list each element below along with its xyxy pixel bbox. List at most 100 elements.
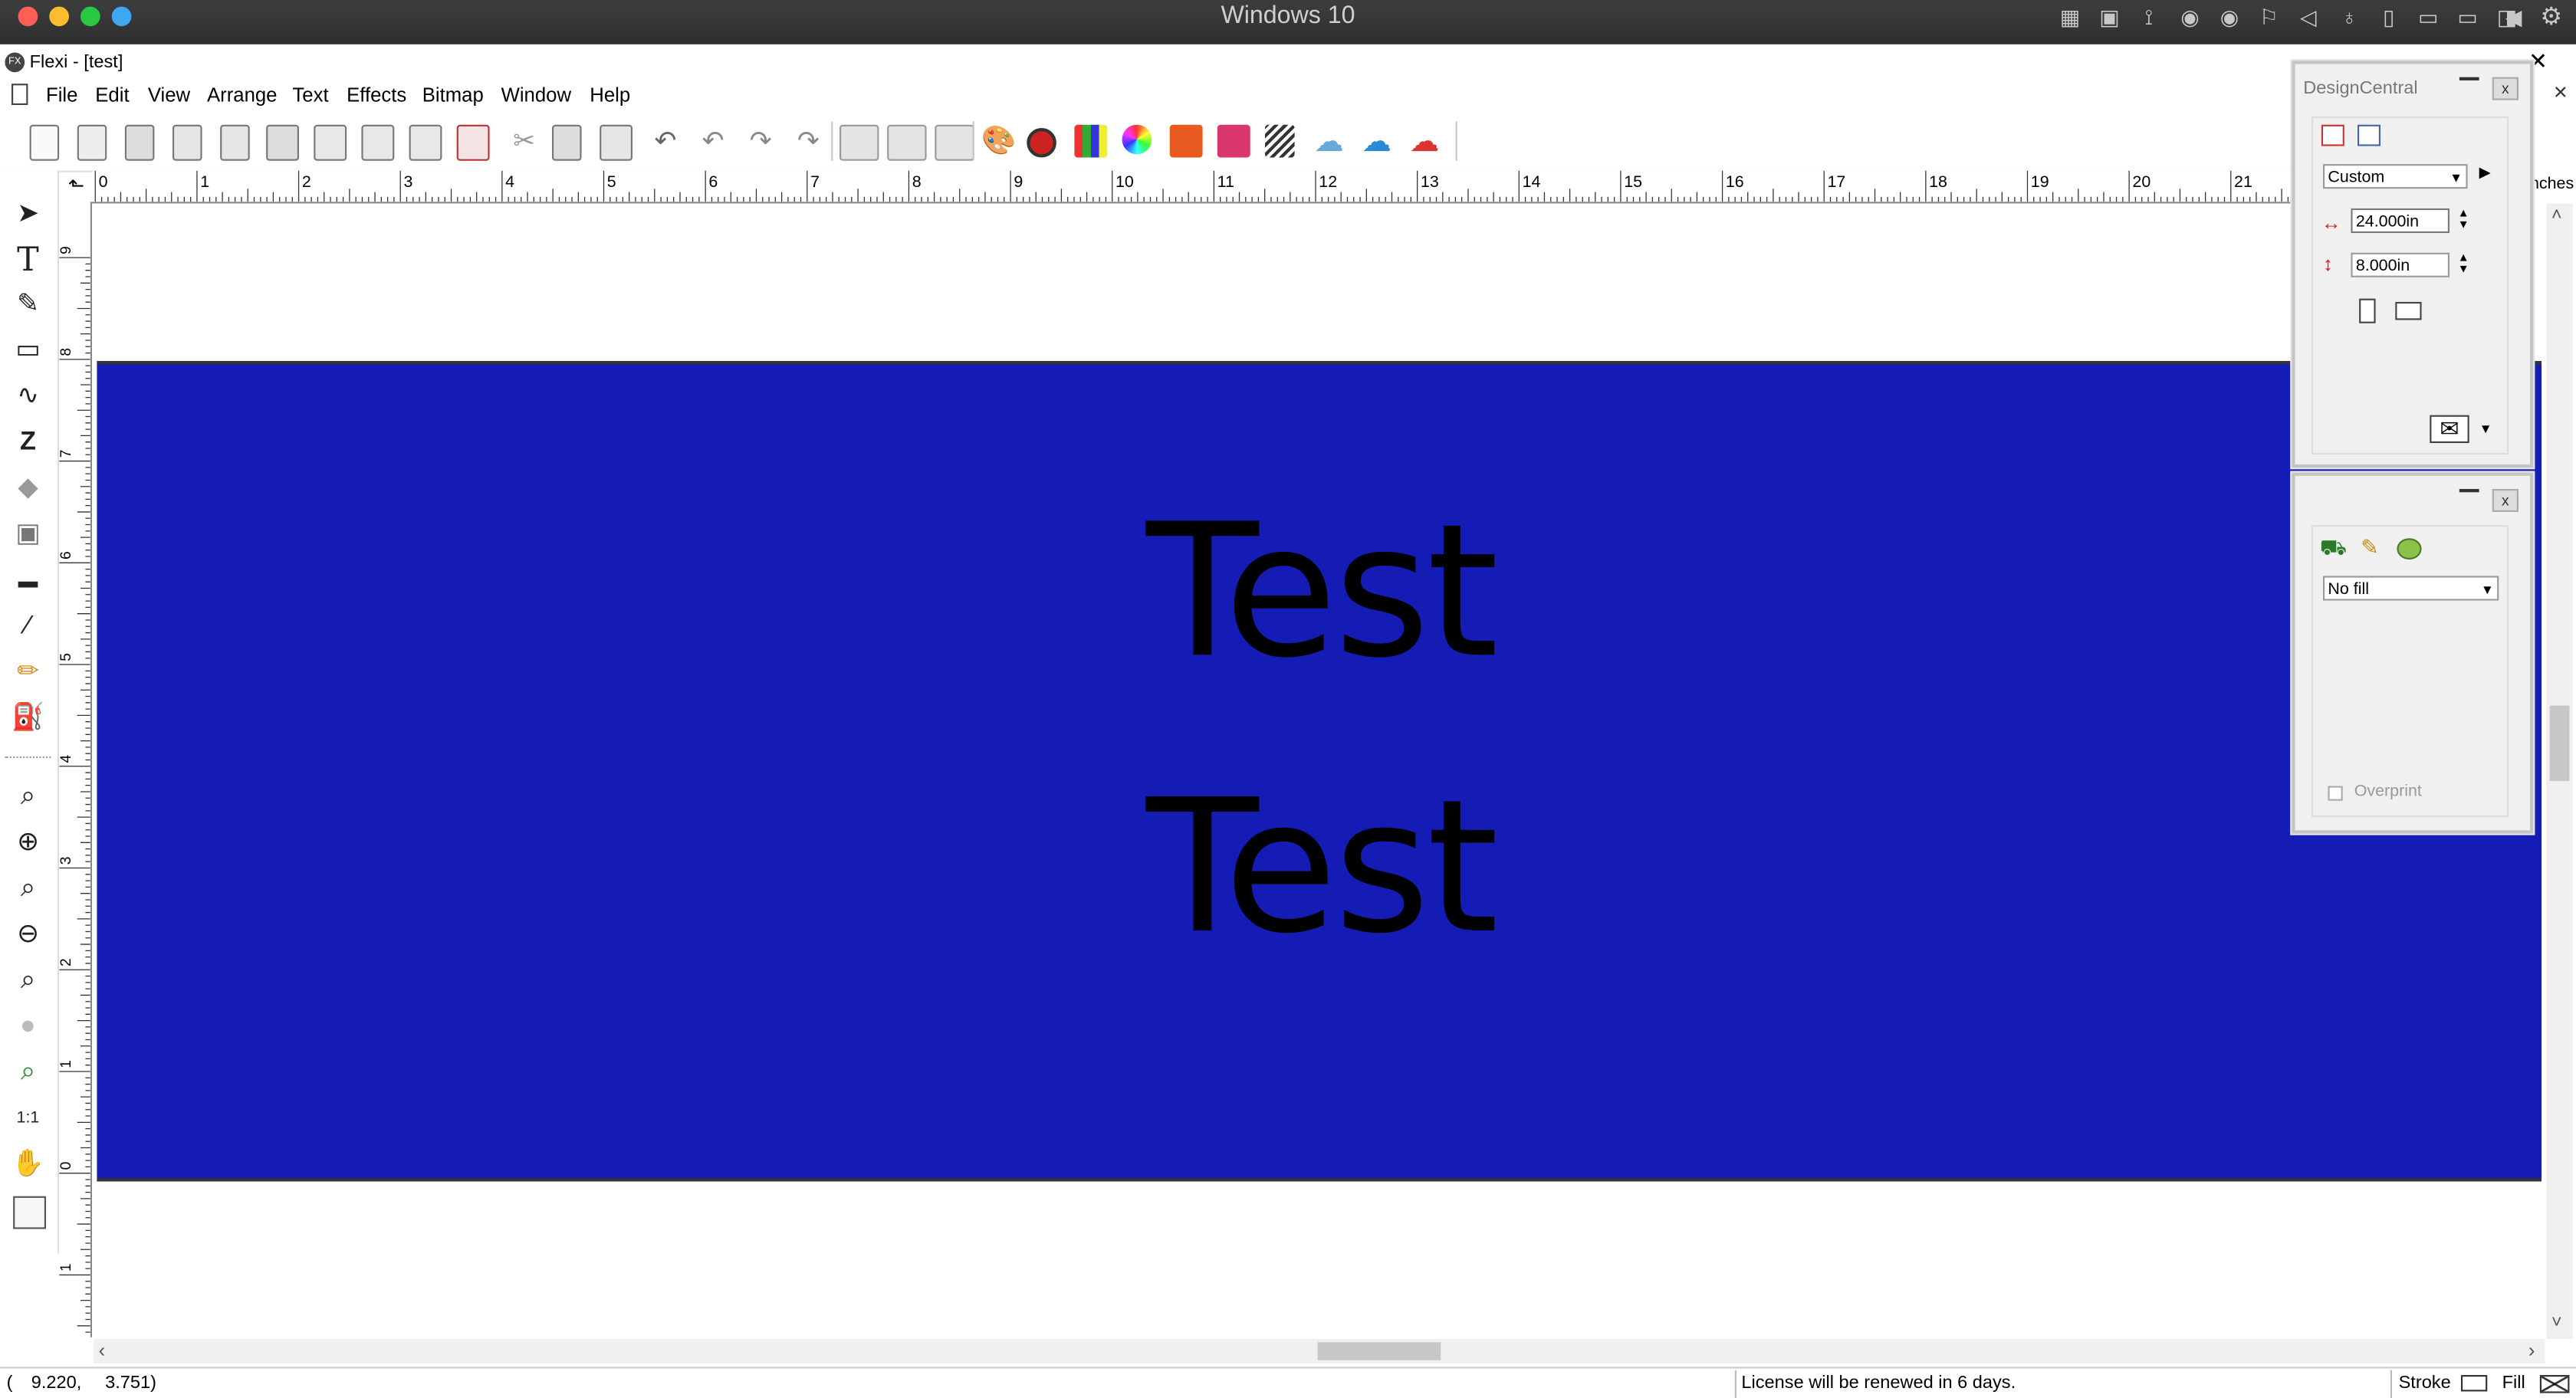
menu-edit[interactable]: Edit (95, 82, 129, 108)
microphone-icon[interactable]: ♁ (2336, 5, 2362, 29)
panel-minimize-icon[interactable] (2459, 488, 2479, 493)
tablet-icon[interactable]: ▭ (2415, 5, 2441, 29)
camera-icon[interactable]: ▭ (2454, 5, 2480, 29)
speaker-icon[interactable]: ◁ (2295, 5, 2321, 29)
vertical-ruler[interactable]: 9 8 7 6 5 4 3 2 1 0 1 (59, 202, 92, 1337)
zoom-actual-icon[interactable]: 1:1 (10, 1101, 46, 1137)
copy-icon[interactable] (552, 124, 582, 161)
zoom-all-icon[interactable]: ⌕ (10, 1055, 46, 1091)
scroll-right-icon[interactable]: › (2528, 1339, 2535, 1364)
frame-tool-icon[interactable]: ▣ (10, 517, 46, 553)
width-stepper-icon[interactable]: ▲ ▼ (2458, 208, 2469, 231)
keyboard-icon[interactable]: ▦ (2057, 5, 2083, 29)
menu-file[interactable]: File (46, 82, 77, 108)
horizontal-ruler[interactable]: 0 1 2 3 4 5 6 7 8 9 10 11 12 13 14 15 16 17 18 19 20 21 (92, 170, 2294, 204)
scroll-left-icon[interactable]: ‹ (99, 1339, 106, 1364)
document-icon[interactable] (12, 84, 28, 106)
fill-type-select[interactable]: No fill ▼ (2323, 576, 2499, 601)
color-picker-icon[interactable] (1027, 127, 1056, 158)
stripes-icon[interactable] (1265, 124, 1295, 158)
redo-list-icon[interactable]: ↷ (790, 125, 826, 158)
export-icon[interactable] (220, 124, 250, 161)
menu-arrange[interactable]: Arrange (207, 82, 278, 108)
arrow-left-icon[interactable]: ◀ (2500, 5, 2526, 29)
color-profile-icon[interactable] (1169, 124, 1203, 158)
undo-icon[interactable]: ↶ (647, 125, 683, 158)
rectangle-tool-icon[interactable]: ▭ (10, 333, 46, 369)
eyedropper-icon[interactable]: ⁄ (10, 609, 46, 645)
color-swatch-tool-icon[interactable] (13, 1196, 46, 1229)
menu-help[interactable]: Help (590, 82, 630, 108)
menu-window[interactable]: Window (501, 82, 571, 108)
output-red-icon[interactable] (456, 124, 490, 161)
zoom-in-icon[interactable]: ⊕ (10, 825, 46, 861)
cut-send-icon[interactable] (314, 124, 347, 161)
ruler-tool-icon[interactable]: ▬ (10, 563, 46, 599)
height-stepper-icon[interactable]: ▲ ▼ (2458, 253, 2469, 276)
phone-icon[interactable]: ▯ (2376, 5, 2402, 29)
group-icon[interactable] (887, 124, 927, 161)
arrange-icon[interactable] (935, 124, 974, 161)
menu-view[interactable]: View (148, 82, 190, 108)
cloud-sync-icon[interactable]: ☁ (1406, 125, 1442, 158)
shape-edit-icon[interactable]: ✎ (10, 287, 46, 323)
page-setup-tab-icon[interactable] (2321, 124, 2344, 146)
bezier-tool-icon[interactable]: ∿ (10, 379, 46, 415)
preset-arrow-right-icon[interactable]: ▶ (2479, 164, 2491, 182)
vertical-scrollbar[interactable]: ˄ ˅ (2546, 203, 2573, 1339)
drawing-canvas[interactable]: Test Test (94, 203, 2545, 1339)
text-tool-icon[interactable]: T (10, 241, 46, 277)
page-height-field[interactable]: 8.000in (2351, 252, 2450, 277)
horizontal-scrollbar[interactable]: ‹ › (94, 1338, 2545, 1364)
rip-icon[interactable] (1217, 124, 1250, 158)
palette-icon[interactable]: 🎨 (981, 125, 1017, 158)
page-width-field[interactable]: 24.000in (2351, 208, 2450, 233)
cloud-icon[interactable]: ☁ (1311, 125, 1347, 158)
vertical-scroll-thumb[interactable] (2549, 705, 2570, 782)
stroke-swatch-icon[interactable] (2461, 1375, 2488, 1392)
usb-icon[interactable]: ⟟ (2136, 5, 2162, 29)
paint-bucket-icon[interactable]: ⛽ (10, 701, 46, 737)
print-icon[interactable] (266, 124, 299, 161)
redo-icon[interactable]: ↷ (743, 125, 779, 158)
color-wheel-icon[interactable] (1122, 124, 1152, 155)
effects-icon[interactable] (2397, 538, 2422, 560)
fill-swatch-icon[interactable] (2539, 1375, 2570, 1393)
stroke-pen-icon[interactable]: ✎ (2361, 535, 2378, 561)
panel-close-icon[interactable]: x (2492, 77, 2518, 100)
menu-text[interactable]: Text (292, 82, 328, 108)
fill-bucket-icon[interactable]: ⛟ (2320, 535, 2347, 565)
undo-list-icon[interactable]: ↶ (695, 125, 731, 158)
gear-icon[interactable]: ⚙ (2538, 5, 2564, 29)
envelope-dropdown-icon[interactable]: ▼ (2479, 422, 2492, 436)
contour-tool-icon[interactable]: Z (10, 425, 46, 461)
portrait-icon[interactable] (2359, 298, 2376, 323)
swatches-icon[interactable] (1074, 124, 1108, 158)
new-document-icon[interactable] (29, 124, 60, 161)
paste-icon[interactable] (600, 124, 632, 161)
menu-bitmap[interactable]: Bitmap (422, 82, 484, 108)
scissors-icon[interactable]: ✂ (506, 125, 542, 158)
zoom-page-icon[interactable]: ⌕ (10, 871, 46, 907)
save-icon[interactable] (124, 124, 155, 161)
pan-hand-icon[interactable]: ✋ (10, 1147, 46, 1183)
open-icon[interactable] (77, 124, 107, 161)
output-icon[interactable] (409, 124, 442, 161)
network-flag-icon[interactable]: ⚐ (2256, 5, 2282, 29)
blue-rectangle[interactable]: Test Test (97, 360, 2542, 1182)
envelope-icon[interactable]: ✉ (2430, 415, 2469, 444)
scroll-up-icon[interactable]: ˄ (2551, 205, 2562, 225)
cpu-icon[interactable]: ▣ (2096, 5, 2122, 29)
cloud-upload-icon[interactable]: ☁ (1359, 125, 1395, 158)
production-manager-icon[interactable] (361, 124, 395, 161)
text-object-line-1[interactable]: Test (992, 494, 1649, 691)
panel-minimize-icon[interactable] (2459, 77, 2479, 80)
cd-icon[interactable]: ◉ (2177, 5, 2203, 29)
zoom-out-icon[interactable]: ⊖ (10, 917, 46, 953)
fill-shape-icon[interactable]: ◆ (10, 471, 46, 507)
horizontal-scroll-thumb[interactable] (1317, 1342, 1441, 1360)
align-icon[interactable] (840, 124, 879, 161)
landscape-icon[interactable] (2395, 301, 2422, 320)
zoom-selection-icon[interactable]: ⌕ (10, 963, 46, 999)
import-icon[interactable] (172, 124, 202, 161)
